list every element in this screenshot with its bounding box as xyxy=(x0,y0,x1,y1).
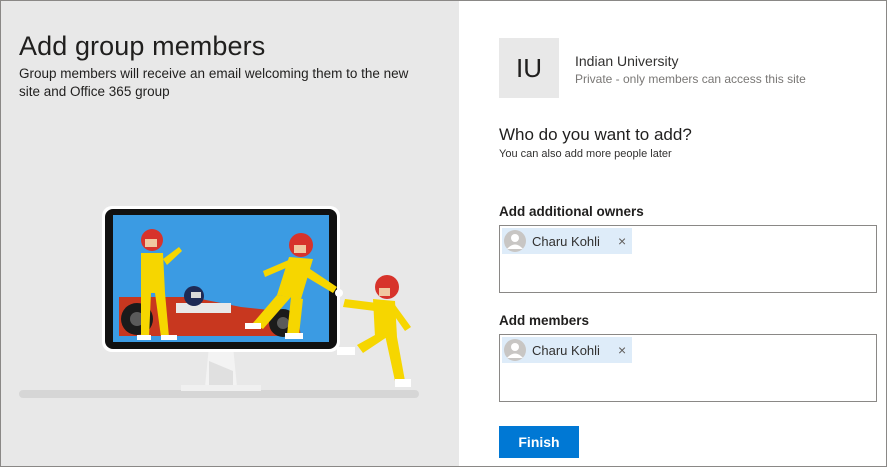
illustration-pane: Add group members Group members will rec… xyxy=(1,1,459,466)
pit-crew-illustration xyxy=(19,206,419,398)
section-subtitle: You can also add more people later xyxy=(499,148,672,160)
persona-name: Charu Kohli xyxy=(532,342,600,358)
site-logo-tile: IU xyxy=(499,38,559,98)
owners-label: Add additional owners xyxy=(499,204,644,219)
owners-people-picker[interactable]: Charu Kohli × xyxy=(499,225,877,293)
members-people-picker[interactable]: Charu Kohli × xyxy=(499,334,877,402)
finish-button[interactable]: Finish xyxy=(499,426,579,458)
person-avatar-icon xyxy=(504,339,526,361)
owner-persona-chip[interactable]: Charu Kohli × xyxy=(502,228,633,254)
persona-name: Charu Kohli xyxy=(532,233,600,249)
site-privacy-text: Private - only members can access this s… xyxy=(575,72,806,86)
remove-owner-close-icon[interactable]: × xyxy=(618,233,626,249)
page-title: Add group members xyxy=(19,31,266,61)
form-pane: IU Indian University Private - only memb… xyxy=(459,1,886,466)
page-description: Group members will receive an email welc… xyxy=(19,66,409,99)
dialog-frame: Add group members Group members will rec… xyxy=(0,0,887,467)
member-persona-chip[interactable]: Charu Kohli × xyxy=(502,337,633,363)
person-avatar-icon xyxy=(504,230,526,252)
members-label: Add members xyxy=(499,313,590,328)
remove-member-close-icon[interactable]: × xyxy=(618,342,626,358)
site-name: Indian University xyxy=(575,53,679,69)
section-title: Who do you want to add? xyxy=(499,125,692,144)
